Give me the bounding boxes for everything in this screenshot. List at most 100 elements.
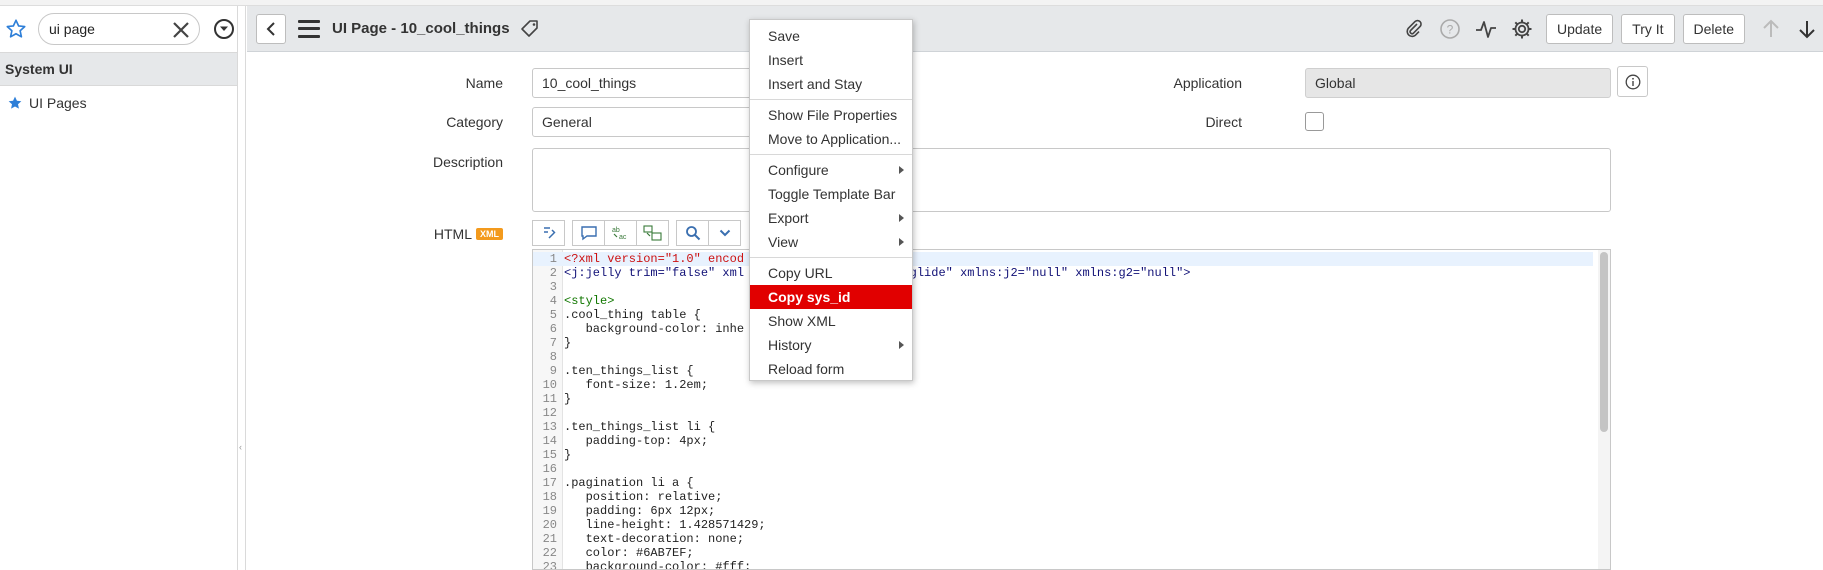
nav-item-label: UI Pages: [29, 95, 87, 111]
help-icon[interactable]: ?: [1438, 17, 1462, 41]
line-number: 1: [549, 252, 557, 266]
code-line: 6 background-color: inhe: [533, 322, 1593, 336]
code-line: 5 .cool_thing table {: [533, 308, 1593, 322]
menu-item-reload-form[interactable]: Reload form: [750, 357, 912, 381]
menu-item-label: History: [768, 337, 812, 353]
line-number: 17: [542, 476, 557, 490]
editor-scrollbar[interactable]: [1598, 250, 1610, 569]
code-line: 3: [533, 280, 1593, 294]
code-line: 19 padding: 6px 12px;: [533, 504, 1593, 518]
menu-item-move-to-application[interactable]: Move to Application...: [750, 127, 912, 151]
menu-item-label: Show File Properties: [768, 107, 898, 123]
menu-item-label: Reload form: [768, 361, 845, 377]
menu-separator: [750, 257, 912, 258]
code-text: text-decoration: none;: [564, 532, 745, 546]
search-icon[interactable]: [676, 220, 709, 246]
format-code-icon[interactable]: ab ac: [604, 220, 637, 246]
code-text: position: relative;: [564, 490, 723, 504]
try-it-button[interactable]: Try It: [1621, 14, 1675, 44]
direct-checkbox[interactable]: [1305, 112, 1324, 131]
code-text: .cool_thing table {: [564, 308, 701, 322]
menu-item-export[interactable]: Export: [750, 206, 912, 230]
html-field-label: HTML XML: [330, 226, 503, 242]
menu-separator: [750, 99, 912, 100]
line-number: 10: [542, 378, 557, 392]
line-number: 23: [542, 560, 557, 570]
menu-item-label: Export: [768, 210, 809, 226]
menu-item-save[interactable]: Save: [750, 24, 912, 48]
menu-item-history[interactable]: History: [750, 333, 912, 357]
chevron-down-icon[interactable]: [708, 220, 741, 246]
direct-label: Direct: [1205, 114, 1242, 130]
delete-button[interactable]: Delete: [1682, 14, 1745, 44]
menu-item-label: Insert and Stay: [768, 76, 863, 92]
comment-icon[interactable]: [572, 220, 605, 246]
code-text: }: [564, 336, 572, 350]
update-button[interactable]: Update: [1546, 14, 1614, 44]
replace-all-icon[interactable]: [636, 220, 669, 246]
menu-item-copy-sys-id[interactable]: Copy sys_id: [750, 285, 912, 309]
menu-item-label: Show XML: [768, 313, 836, 329]
line-number: 18: [542, 490, 557, 504]
tag-icon[interactable]: [520, 19, 540, 39]
nav-section-system-ui[interactable]: System UI: [0, 52, 237, 86]
submenu-arrow-icon: [899, 166, 904, 174]
menu-item-view[interactable]: View: [750, 230, 912, 254]
gear-icon[interactable]: [1510, 17, 1534, 41]
xml-badge: XML: [476, 228, 503, 240]
code-line: 17 .pagination li a {: [533, 476, 1593, 490]
menu-item-label: Move to Application...: [768, 131, 902, 147]
code-line: 4 <style>: [533, 294, 1593, 308]
menu-item-insert[interactable]: Insert: [750, 48, 912, 72]
code-text: background-color: inhe: [564, 322, 745, 336]
code-line: 13 .ten_things_list li {: [533, 420, 1593, 434]
info-icon[interactable]: [1617, 66, 1648, 97]
line-number: 19: [542, 504, 557, 518]
line-number: 7: [549, 336, 557, 350]
menu-item-insert-and-stay[interactable]: Insert and Stay: [750, 72, 912, 96]
html-code-editor[interactable]: 1 <?xml version="1.0" encod 2 <j:jelly trim…: [532, 249, 1611, 570]
clear-search-icon[interactable]: [171, 20, 191, 40]
line-number: 12: [542, 406, 557, 420]
code-lines: 1 <?xml version="1.0" encod 2 <j:jelly trim…: [533, 252, 1593, 570]
line-number: 13: [542, 420, 557, 434]
navigator-splitter[interactable]: ‹: [238, 6, 246, 570]
context-menu-icon[interactable]: [298, 19, 320, 38]
navigator-search-input[interactable]: [49, 21, 174, 37]
paperclip-icon[interactable]: [1402, 17, 1426, 41]
arrow-up-icon[interactable]: [1759, 17, 1783, 41]
menu-item-label: Copy sys_id: [768, 289, 851, 305]
line-number: 11: [542, 392, 557, 406]
category-select[interactable]: General: [532, 107, 764, 137]
code-text: }: [564, 448, 572, 462]
activity-icon[interactable]: [1474, 17, 1498, 41]
line-number: 2: [549, 266, 557, 280]
chevron-down-icon[interactable]: [214, 19, 234, 39]
toggle-syntax-editor-icon[interactable]: [532, 220, 565, 246]
name-field[interactable]: 10_cool_things: [532, 68, 764, 98]
nav-item-ui-pages[interactable]: UI Pages: [0, 86, 237, 120]
line-number: 20: [542, 518, 557, 532]
collapse-arrow-icon[interactable]: ‹: [239, 442, 242, 452]
menu-item-copy-url[interactable]: Copy URL: [750, 261, 912, 285]
arrow-down-icon[interactable]: [1795, 17, 1819, 41]
line-number: 8: [549, 350, 557, 364]
back-button[interactable]: [256, 13, 286, 44]
menu-item-show-xml[interactable]: Show XML: [750, 309, 912, 333]
description-textarea[interactable]: [532, 148, 1611, 212]
menu-item-configure[interactable]: Configure: [750, 158, 912, 182]
navigator-filter-bar: [0, 6, 237, 52]
menu-item-toggle-template-bar[interactable]: Toggle Template Bar: [750, 182, 912, 206]
category-label: Category: [446, 114, 503, 130]
line-number: 16: [542, 462, 557, 476]
line-number: 9: [549, 364, 557, 378]
code-text: .pagination li a {: [564, 476, 694, 490]
line-number: 14: [542, 434, 557, 448]
line-number: 22: [542, 546, 557, 560]
menu-item-show-file-properties[interactable]: Show File Properties: [750, 103, 912, 127]
editor-scrollbar-thumb[interactable]: [1600, 252, 1608, 432]
svg-text:ac: ac: [619, 234, 627, 241]
code-text: padding-top: 4px;: [564, 434, 709, 448]
favorites-star-icon[interactable]: [4, 17, 28, 41]
